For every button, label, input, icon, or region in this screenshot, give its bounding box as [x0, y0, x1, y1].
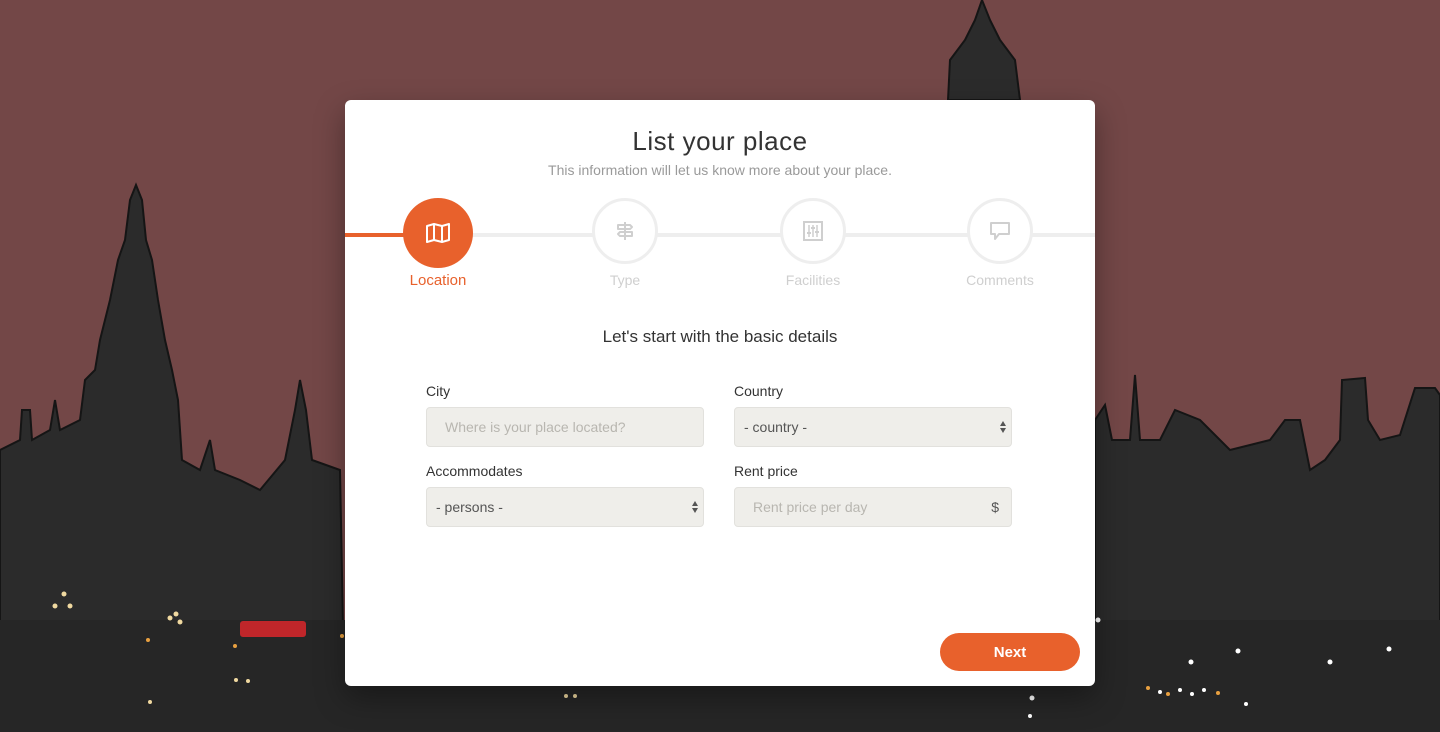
step-location-circle [403, 198, 473, 268]
signpost-icon [617, 222, 633, 240]
country-select-value: - country - [744, 419, 808, 435]
city-placeholder: Where is your place located? [445, 419, 626, 435]
accommodates-select[interactable]: - persons - [426, 487, 704, 527]
rent-price-label: Rent price [734, 463, 798, 479]
rent-price-placeholder: Rent price per day [753, 499, 868, 515]
rent-price-field: Rent price Rent price per day $ [734, 463, 1012, 527]
comment-icon [990, 222, 1010, 240]
city-field: City Where is your place located? [426, 383, 704, 447]
step-location-label: Location [409, 272, 467, 289]
country-label: Country [734, 383, 784, 399]
country-field: Country - country - [734, 383, 1012, 447]
step-comments-circle [967, 198, 1033, 264]
accommodates-select-value: - persons - [436, 499, 503, 515]
dialog-subtitle: This information will let us know more a… [548, 162, 892, 178]
step-facilities-circle [780, 198, 846, 264]
city-input[interactable]: Where is your place located? [426, 407, 704, 447]
step-comments-label: Comments [966, 272, 1034, 288]
step-facilities[interactable]: Facilities [753, 198, 873, 288]
sliders-icon [803, 221, 823, 241]
step-comments[interactable]: Comments [940, 198, 1060, 288]
dialog-title: List your place [632, 126, 808, 156]
accommodates-label: Accommodates [426, 463, 523, 479]
step-type-label: Type [609, 272, 641, 288]
city-label: City [426, 383, 451, 399]
step-facilities-label: Facilities [785, 272, 841, 288]
section-title: Let's start with the basic details [602, 327, 838, 346]
select-arrows-icon [999, 419, 1007, 435]
list-place-dialog: List your place This information will le… [345, 100, 1095, 686]
map-icon [426, 223, 450, 243]
step-type-circle [592, 198, 658, 264]
step-type[interactable]: Type [565, 198, 685, 288]
step-location[interactable]: Location [378, 198, 498, 289]
select-arrows-icon [691, 499, 699, 515]
accommodates-field: Accommodates - persons - [426, 463, 704, 527]
next-button[interactable]: Next [940, 633, 1080, 671]
country-select[interactable]: - country - [734, 407, 1012, 447]
currency-symbol: $ [991, 499, 999, 515]
rent-price-input[interactable]: Rent price per day $ [734, 487, 1012, 527]
